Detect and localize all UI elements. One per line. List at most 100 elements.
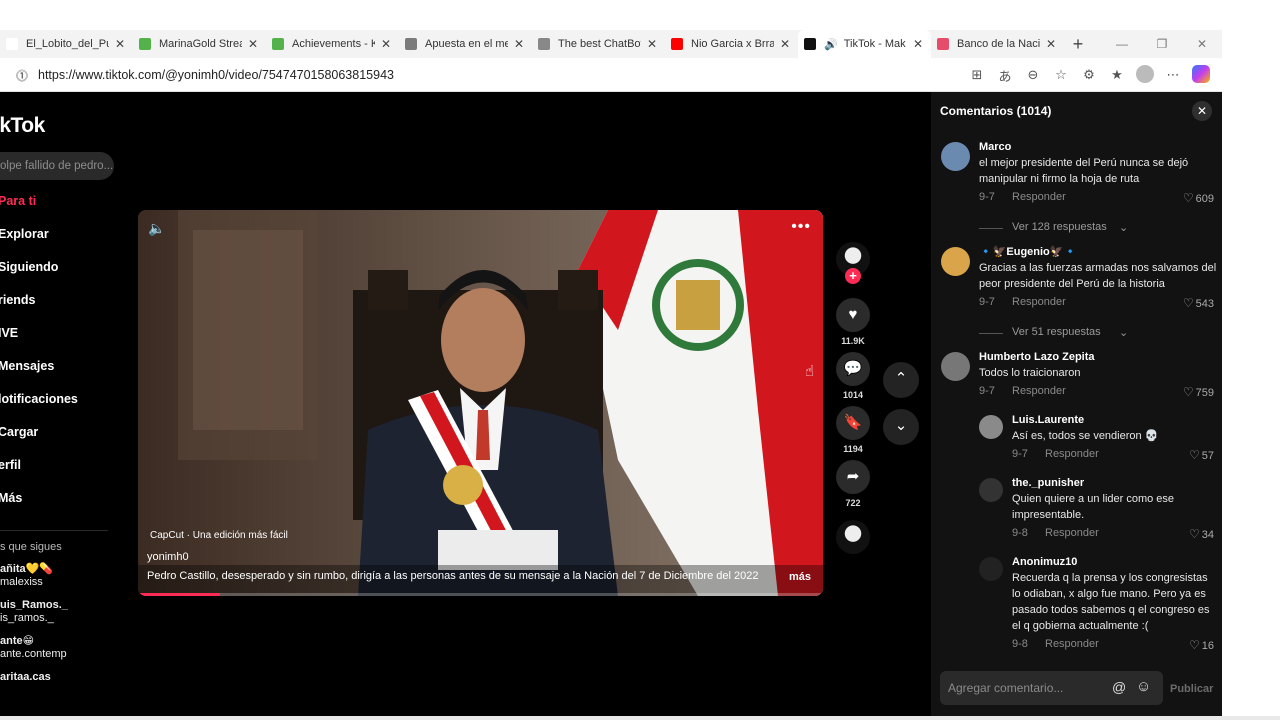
comment-action[interactable]: 💬 1014: [834, 352, 872, 400]
comment-like-button[interactable]: ♡ 57: [1189, 448, 1214, 462]
sidebar-item[interactable]: Cargar: [0, 425, 78, 458]
video-progress[interactable]: [138, 593, 823, 596]
emoji-icon[interactable]: ☺: [1136, 678, 1151, 695]
commenter-name[interactable]: Humberto Lazo Zepita: [979, 350, 1222, 365]
description-more-link[interactable]: más: [789, 571, 811, 583]
prev-video-button[interactable]: ⌃: [883, 362, 919, 398]
browser-tab[interactable]: The best ChatBot ✕: [532, 30, 665, 58]
reply-button[interactable]: Responder: [1012, 385, 1066, 397]
comment-like-button[interactable]: ♡ 609: [1183, 191, 1214, 205]
sidebar-item[interactable]: Para ti: [0, 194, 78, 227]
sidebar-item[interactable]: IVE: [0, 326, 78, 359]
sidebar-item[interactable]: riends: [0, 293, 78, 326]
view-replies-button[interactable]: Ver 128 respuestas ⌄: [931, 211, 1222, 245]
tab-close-icon[interactable]: ✕: [512, 37, 526, 51]
site-info-icon[interactable]: ⓵: [16, 67, 32, 83]
comment-like-button[interactable]: ♡ 16: [1189, 638, 1214, 652]
reply-button[interactable]: Responder: [1012, 191, 1066, 203]
comments-list[interactable]: Marco el mejor presidente del Perú nunca …: [931, 140, 1222, 666]
following-item[interactable]: añita💛💊 malexiss: [0, 563, 68, 589]
following-item[interactable]: uis_Ramos._ is_ramos._: [0, 599, 68, 625]
next-video-button[interactable]: ⌄: [883, 409, 919, 445]
search-input[interactable]: olpe fallido de pedro...: [0, 152, 114, 180]
video-player[interactable]: 🔈 ••• CapCut · Una edición más fácil yon…: [138, 210, 823, 596]
comment-like-button[interactable]: ♡ 34: [1189, 527, 1214, 541]
window-close-icon[interactable]: ✕: [1182, 37, 1222, 51]
tiktok-logo[interactable]: ikTok: [0, 114, 45, 138]
following-item[interactable]: ante😁 ante.contemp: [0, 635, 68, 661]
commenter-name[interactable]: Luis.Laurente: [1012, 413, 1222, 428]
minimize-icon[interactable]: —: [1102, 37, 1142, 51]
commenter-name[interactable]: the._punisher: [1012, 476, 1222, 491]
browser-tab[interactable]: Banco de la Nació ✕: [931, 30, 1064, 58]
commenter-avatar[interactable]: [941, 352, 970, 381]
commenter-avatar[interactable]: [941, 247, 970, 276]
comment-icon[interactable]: 💬: [836, 352, 870, 386]
browser-tab[interactable]: MarinaGold Strea ✕: [133, 30, 266, 58]
browser-tab[interactable]: Achievements - Ki ✕: [266, 30, 399, 58]
zoom-icon[interactable]: ⊖: [1022, 67, 1044, 83]
new-tab-icon[interactable]: +: [1064, 34, 1092, 55]
sidebar-item[interactable]: Más: [0, 491, 78, 524]
copilot-icon[interactable]: [1190, 64, 1212, 86]
sidebar-item[interactable]: Mensajes: [0, 359, 78, 392]
commenter-avatar[interactable]: [941, 142, 970, 171]
translate-icon[interactable]: あ: [994, 66, 1016, 85]
tab-close-icon[interactable]: ✕: [246, 37, 260, 51]
commenter-name[interactable]: 🔹🦅Eugenio🦅🔹: [979, 245, 1222, 260]
share-icon[interactable]: ➦: [836, 460, 870, 494]
tab-close-icon[interactable]: ✕: [113, 37, 127, 51]
volume-icon[interactable]: 🔈: [148, 220, 165, 237]
close-icon[interactable]: ✕: [1192, 101, 1212, 121]
tab-close-icon[interactable]: ✕: [379, 37, 393, 51]
commenter-avatar[interactable]: [979, 557, 1003, 581]
reply-button[interactable]: Responder: [1045, 448, 1099, 460]
favorites-icon[interactable]: ★: [1106, 67, 1128, 83]
tab-audio-icon[interactable]: 🔊: [824, 38, 838, 51]
reply-button[interactable]: Responder: [1045, 527, 1099, 539]
share-action[interactable]: ➦ 722: [834, 460, 872, 508]
tab-close-icon[interactable]: ✕: [778, 37, 792, 51]
publish-button[interactable]: Publicar: [1170, 683, 1213, 695]
tab-close-icon[interactable]: ✕: [1044, 37, 1058, 51]
creator-avatar[interactable]: +: [836, 242, 870, 284]
reply-button[interactable]: Responder: [1012, 296, 1066, 308]
capcut-label[interactable]: CapCut · Una edición más fácil: [150, 530, 288, 541]
sidebar-item[interactable]: Siguiendo: [0, 260, 78, 293]
split-screen-icon[interactable]: ⊞: [966, 67, 988, 83]
video-more-icon[interactable]: •••: [791, 218, 811, 236]
browser-tab[interactable]: El_Lobito_del_Pue ✕: [0, 30, 133, 58]
commenter-name[interactable]: Marco: [979, 140, 1222, 155]
url-field[interactable]: https://www.tiktok.com/@yonimh0/video/75…: [38, 68, 394, 82]
bookmark-icon[interactable]: 🔖: [836, 406, 870, 440]
reply-button[interactable]: Responder: [1045, 638, 1099, 650]
browser-tab[interactable]: 🔊 TikTok - Mak ✕: [798, 30, 931, 58]
save-action[interactable]: 🔖 1194: [834, 406, 872, 454]
profile-avatar[interactable]: [1134, 64, 1156, 86]
comment-input[interactable]: [940, 671, 1100, 705]
maximize-icon[interactable]: ❐: [1142, 37, 1182, 51]
sidebar-item[interactable]: Explorar: [0, 227, 78, 260]
like-action[interactable]: ♥ 11.9K: [834, 298, 872, 346]
tab-close-icon[interactable]: ✕: [911, 37, 925, 51]
extensions-icon[interactable]: ⚙: [1078, 67, 1100, 83]
sidebar-item[interactable]: lotificaciones: [0, 392, 78, 425]
comment-like-button[interactable]: ♡ 543: [1183, 296, 1214, 310]
heart-icon[interactable]: ♥: [836, 298, 870, 332]
mention-icon[interactable]: @: [1112, 679, 1126, 695]
browser-tab[interactable]: Apuesta en el mej ✕: [399, 30, 532, 58]
comment-like-button[interactable]: ♡ 759: [1183, 385, 1214, 399]
favorite-star-icon[interactable]: ☆: [1050, 67, 1072, 83]
more-menu-icon[interactable]: ⋯: [1162, 67, 1184, 83]
sound-disc[interactable]: [836, 520, 870, 554]
follow-plus-icon[interactable]: +: [845, 268, 861, 284]
commenter-avatar[interactable]: [979, 478, 1003, 502]
commenter-avatar[interactable]: [979, 415, 1003, 439]
commenter-name[interactable]: Anonimuz10: [1012, 555, 1222, 570]
video-author[interactable]: yonimh0: [147, 551, 189, 563]
tab-close-icon[interactable]: ✕: [645, 37, 659, 51]
following-item[interactable]: aritaa.cas: [0, 671, 68, 684]
browser-tab[interactable]: Nio Garcia x Brray ✕: [665, 30, 798, 58]
view-replies-button[interactable]: Ver 51 respuestas ⌄: [931, 316, 1222, 350]
sidebar-item[interactable]: erfil: [0, 458, 78, 491]
